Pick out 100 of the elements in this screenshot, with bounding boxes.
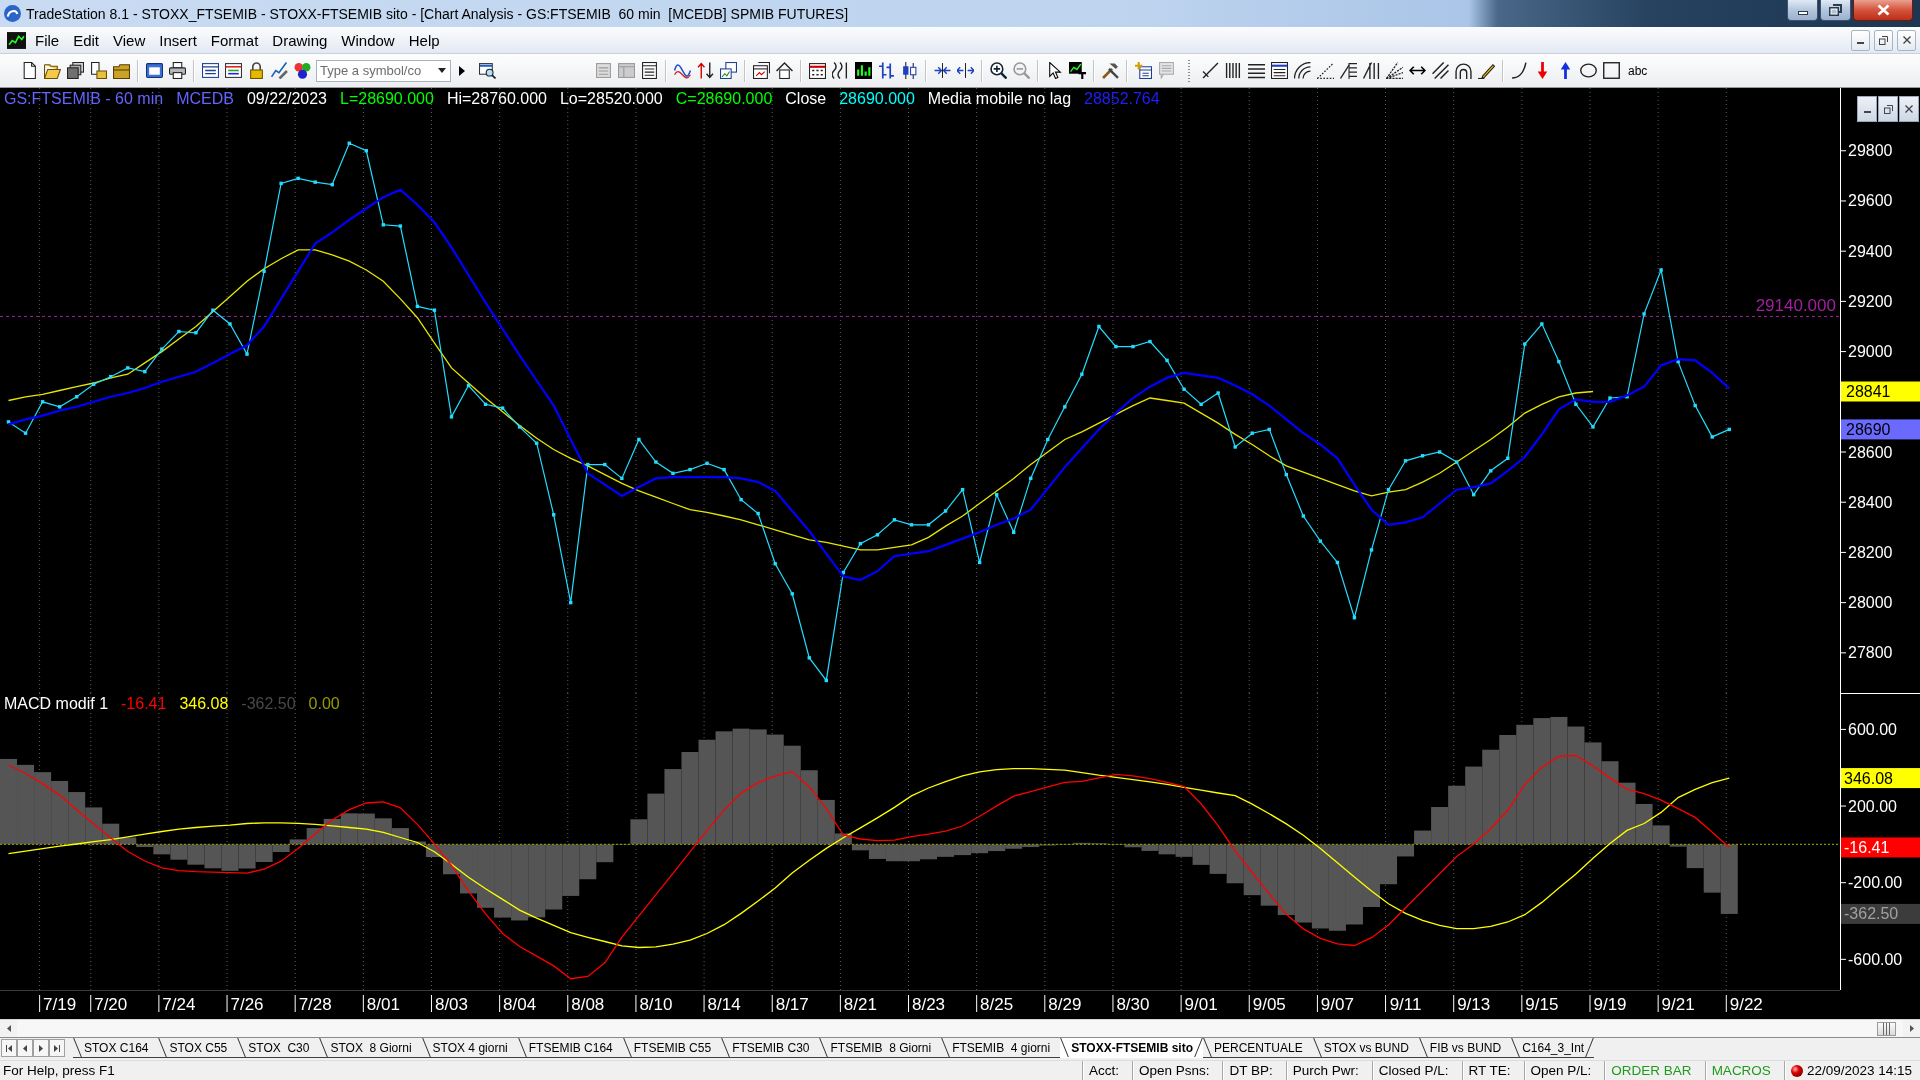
horizontal-lines-icon[interactable] bbox=[1248, 62, 1265, 79]
minimize-button[interactable] bbox=[1851, 29, 1870, 51]
legend-label: L=28690.000 bbox=[340, 90, 434, 108]
striped-list-icon[interactable] bbox=[225, 62, 242, 79]
sheet-tab[interactable]: STOX 8 Giorni bbox=[319, 1038, 422, 1058]
ellipse-icon[interactable] bbox=[1580, 62, 1597, 79]
sheet-tab[interactable]: FTSEMIB C55 bbox=[622, 1038, 722, 1058]
wave-lines-icon[interactable] bbox=[832, 62, 849, 79]
table-lines-icon[interactable] bbox=[1271, 62, 1288, 79]
axis-label: 28400 bbox=[1848, 493, 1893, 511]
symbol-combo-box[interactable]: Type a symbol/co bbox=[316, 59, 451, 82]
sheet-tab[interactable]: STOX C30 bbox=[237, 1038, 320, 1058]
pen-icon[interactable] bbox=[1478, 62, 1495, 79]
sheet-tab[interactable]: PERCENTUALE bbox=[1203, 1038, 1313, 1058]
angle-fan-icon[interactable] bbox=[1386, 62, 1403, 79]
menu-item[interactable]: View bbox=[106, 29, 153, 51]
up-down-arrows-icon[interactable] bbox=[697, 62, 714, 79]
open-folder-icon[interactable] bbox=[44, 62, 61, 79]
horizontal-level-line[interactable] bbox=[0, 315, 1841, 317]
three-balls-icon[interactable] bbox=[294, 62, 311, 79]
arcs-icon[interactable] bbox=[1455, 62, 1472, 79]
chart-text-icon[interactable] bbox=[1069, 62, 1086, 79]
stacked-charts-icon[interactable] bbox=[720, 62, 737, 79]
sheet-tab[interactable]: STOX C55 bbox=[158, 1038, 238, 1058]
calendar-icon[interactable] bbox=[809, 62, 826, 79]
add-window-icon[interactable] bbox=[1135, 62, 1152, 79]
last-tab-button[interactable] bbox=[49, 1039, 65, 1057]
next-tab-button[interactable] bbox=[33, 1039, 49, 1057]
sheet-tab[interactable]: FTSEMIB 8 Giorni bbox=[819, 1038, 942, 1058]
slanted-bars-icon[interactable] bbox=[1363, 62, 1380, 79]
chart-icon[interactable] bbox=[7, 31, 26, 49]
zoom-out-icon[interactable] bbox=[1013, 62, 1030, 79]
menu-item[interactable]: Insert bbox=[152, 29, 204, 51]
stacked-pages-icon[interactable] bbox=[67, 62, 84, 79]
line-tool-icon[interactable] bbox=[1202, 62, 1219, 79]
fibonacci-lines-icon[interactable] bbox=[1340, 62, 1357, 79]
window-chart-icon[interactable] bbox=[753, 62, 770, 79]
menu-item[interactable]: Format bbox=[203, 29, 266, 51]
bar bbox=[528, 844, 546, 918]
close-button[interactable] bbox=[1897, 29, 1916, 51]
bar-chart-icon[interactable] bbox=[855, 62, 872, 79]
sheet-tab[interactable]: STOX C164 bbox=[73, 1038, 159, 1058]
sheet-tab[interactable]: STOX vs BUND bbox=[1312, 1038, 1419, 1058]
folder-icon[interactable] bbox=[113, 62, 130, 79]
document-icon[interactable] bbox=[21, 62, 38, 79]
page-folder-icon[interactable] bbox=[90, 62, 107, 79]
house-window-icon[interactable] bbox=[776, 62, 793, 79]
previous-tab-button[interactable] bbox=[17, 1039, 33, 1057]
minimize-button[interactable] bbox=[1857, 96, 1877, 122]
sheet-tab[interactable]: FTSEMIB 4 giorni bbox=[941, 1038, 1061, 1058]
status-pane: Open Psns: bbox=[1131, 1061, 1223, 1080]
right-triangle-icon[interactable] bbox=[459, 65, 465, 76]
vertical-lines-icon[interactable] bbox=[1225, 62, 1242, 79]
sheet-tab[interactable]: FIB vs BUND bbox=[1418, 1038, 1512, 1058]
list-window-icon[interactable] bbox=[202, 62, 219, 79]
wave-chart-icon[interactable] bbox=[674, 62, 691, 79]
padlock-icon[interactable] bbox=[248, 62, 265, 79]
sheet-tab[interactable]: STOXX-FTSEMIB sito bbox=[1060, 1038, 1203, 1058]
price-bars-icon[interactable] bbox=[878, 62, 895, 79]
square-icon[interactable] bbox=[1603, 62, 1620, 79]
scrollbar-thumb[interactable] bbox=[1877, 1021, 1896, 1036]
pointer-icon[interactable] bbox=[1046, 62, 1063, 79]
inward-arrows-icon[interactable] bbox=[934, 62, 951, 79]
curve-icon[interactable] bbox=[1511, 62, 1528, 79]
restore-button[interactable] bbox=[1820, 0, 1851, 21]
level-label: 29140.000 bbox=[1755, 296, 1836, 316]
candlestick-icon[interactable] bbox=[901, 62, 918, 79]
sheet-tab[interactable]: C164_3_Int bbox=[1511, 1038, 1595, 1058]
table-icon[interactable] bbox=[641, 62, 658, 79]
right-triangle-icon bbox=[1909, 1025, 1914, 1032]
menu-item[interactable]: Window bbox=[334, 29, 402, 51]
sheet-tab[interactable]: FTSEMIB C164 bbox=[517, 1038, 623, 1058]
axis-label: 8/21 bbox=[843, 994, 877, 1014]
parallel-lines-icon[interactable] bbox=[1432, 62, 1449, 79]
printer-icon[interactable] bbox=[169, 62, 186, 79]
restore-button[interactable] bbox=[1874, 29, 1893, 51]
arc-lines-icon[interactable] bbox=[1294, 62, 1311, 79]
dropdown-arrow-icon[interactable] bbox=[438, 68, 446, 73]
chart-brush-icon[interactable] bbox=[271, 62, 288, 79]
sheet-tab[interactable]: FTSEMIB C30 bbox=[721, 1038, 820, 1058]
menu-item[interactable]: File bbox=[28, 29, 67, 51]
minimize-button[interactable] bbox=[1787, 0, 1818, 21]
menu-item[interactable]: Help bbox=[401, 29, 447, 51]
text-tool-button[interactable]: abc bbox=[1625, 63, 1651, 78]
menu-item[interactable]: Edit bbox=[66, 29, 107, 51]
window-icon[interactable] bbox=[146, 62, 163, 79]
zoom-in-icon[interactable] bbox=[990, 62, 1007, 79]
sheet-tab[interactable]: STOX 4 giorni bbox=[421, 1038, 518, 1058]
close-button[interactable] bbox=[1899, 96, 1919, 122]
outward-arrows-icon[interactable] bbox=[957, 62, 974, 79]
window-title: TradeStation 8.1 - STOXX_FTSEMIB - STOXX-FTSEMIB sito - [Chart Analysis - GS:FTSEMIB 60 min [MCEDB] SPMIB FUTURES] bbox=[26, 5, 849, 22]
window-search-icon[interactable] bbox=[479, 62, 496, 79]
menu-item[interactable]: Drawing bbox=[265, 29, 335, 51]
dotted-angle-icon[interactable] bbox=[1317, 62, 1334, 79]
horizontal-scrollbar[interactable] bbox=[0, 1019, 1920, 1037]
tools-icon[interactable] bbox=[1102, 62, 1119, 79]
first-tab-button[interactable] bbox=[1, 1039, 17, 1057]
close-button[interactable] bbox=[1853, 0, 1913, 21]
bar bbox=[749, 729, 767, 845]
restore-button[interactable] bbox=[1878, 96, 1898, 122]
